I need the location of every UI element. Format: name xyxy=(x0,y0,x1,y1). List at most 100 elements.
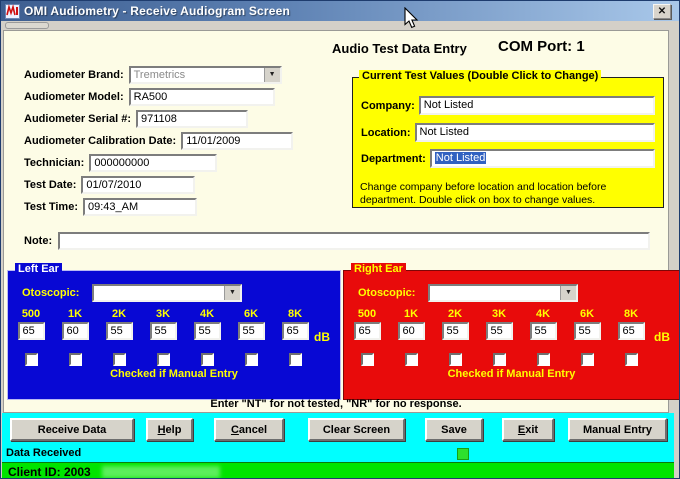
client-id-statusbar: Client ID: 2003 xyxy=(2,462,674,479)
right-otoscopic-select[interactable]: ▼ xyxy=(428,284,578,302)
right-col-500: 500 xyxy=(352,308,382,366)
brand-value: Tremetrics xyxy=(131,68,264,82)
chevron-down-icon[interactable]: ▼ xyxy=(264,68,280,82)
toolbar-grip xyxy=(5,22,49,29)
serial-input[interactable] xyxy=(136,110,248,128)
nt-nr-instruction: Enter "NT" for not tested, "NR" for no r… xyxy=(4,398,668,410)
receive-data-button[interactable]: Receive Data xyxy=(10,418,134,441)
frequency-label: 1K xyxy=(68,308,82,322)
company-value-box[interactable]: Not Listed xyxy=(419,96,655,115)
left-otoscopic-select[interactable]: ▼ xyxy=(92,284,242,302)
help-button[interactable]: Help xyxy=(146,418,193,441)
calibration-label: Audiometer Calibration Date: xyxy=(24,135,176,147)
clear-screen-button[interactable]: Clear Screen xyxy=(308,418,405,441)
left-manual-checkbox-3k[interactable] xyxy=(157,353,170,366)
frequency-label: 6K xyxy=(244,308,258,322)
left-db-input-8k[interactable] xyxy=(282,322,309,340)
right-manual-entry-label: Checked if Manual Entry xyxy=(344,368,679,380)
location-row: Location: Not Listed xyxy=(361,122,655,143)
right-col-1k: 1K xyxy=(396,308,426,366)
frequency-label: 500 xyxy=(358,308,376,322)
department-selected-text: Not Listed xyxy=(435,152,487,164)
brand-label: Audiometer Brand: xyxy=(24,69,124,81)
left-manual-checkbox-4k[interactable] xyxy=(201,353,214,366)
frequency-label: 6K xyxy=(580,308,594,322)
right-otoscopic-value xyxy=(430,286,560,300)
page-title: Audio Test Data Entry xyxy=(332,41,467,56)
left-col-6k: 6K xyxy=(236,308,266,366)
company-row: Company: Not Listed xyxy=(361,95,655,116)
form-row-brand: Audiometer Brand: Tremetrics ▼ xyxy=(24,65,282,84)
right-manual-checkbox-8k[interactable] xyxy=(625,353,638,366)
department-value-box[interactable]: Not Listed xyxy=(430,149,655,168)
save-button[interactable]: Save xyxy=(425,418,483,441)
frequency-label: 1K xyxy=(404,308,418,322)
left-manual-entry-label: Checked if Manual Entry xyxy=(8,368,340,380)
right-db-input-500[interactable] xyxy=(354,322,381,340)
left-manual-checkbox-8k[interactable] xyxy=(289,353,302,366)
note-label: Note: xyxy=(24,235,52,247)
note-input[interactable] xyxy=(58,232,650,250)
title-bar: OMI Audiometry - Receive Audiogram Scree… xyxy=(1,1,680,21)
left-col-500: 500 xyxy=(16,308,46,366)
technician-label: Technician: xyxy=(24,157,84,169)
right-db-input-3k[interactable] xyxy=(486,322,513,340)
calibration-input[interactable] xyxy=(181,132,293,150)
right-db-input-6k[interactable] xyxy=(574,322,601,340)
technician-input[interactable] xyxy=(89,154,217,172)
right-manual-checkbox-1k[interactable] xyxy=(405,353,418,366)
left-db-input-3k[interactable] xyxy=(150,322,177,340)
toolbar-strip xyxy=(2,21,680,30)
redacted-client-name xyxy=(102,466,220,478)
left-col-1k: 1K xyxy=(60,308,90,366)
right-db-label: dB xyxy=(654,330,670,344)
left-manual-checkbox-6k[interactable] xyxy=(245,353,258,366)
app-window: OMI Audiometry - Receive Audiogram Scree… xyxy=(0,0,680,479)
left-ear-title: Left Ear xyxy=(15,263,62,275)
test-date-label: Test Date: xyxy=(24,179,76,191)
test-time-input[interactable] xyxy=(83,198,197,216)
right-manual-checkbox-6k[interactable] xyxy=(581,353,594,366)
right-manual-checkbox-4k[interactable] xyxy=(537,353,550,366)
current-test-values-title: Current Test Values (Double Click to Cha… xyxy=(359,70,601,82)
left-ear-columns: 500 1K 2K 3K xyxy=(14,308,334,398)
location-label: Location: xyxy=(361,127,411,139)
company-label: Company: xyxy=(361,100,415,112)
frequency-label: 2K xyxy=(448,308,462,322)
right-manual-checkbox-3k[interactable] xyxy=(493,353,506,366)
right-db-input-1k[interactable] xyxy=(398,322,425,340)
left-manual-checkbox-2k[interactable] xyxy=(113,353,126,366)
left-manual-checkbox-1k[interactable] xyxy=(69,353,82,366)
close-icon[interactable]: ✕ xyxy=(653,4,671,19)
location-value-box[interactable]: Not Listed xyxy=(415,123,656,142)
form-row-technician: Technician: xyxy=(24,153,217,172)
left-db-input-500[interactable] xyxy=(18,322,45,340)
exit-button[interactable]: Exit xyxy=(502,418,554,441)
right-db-input-8k[interactable] xyxy=(618,322,645,340)
right-db-input-2k[interactable] xyxy=(442,322,469,340)
left-manual-checkbox-500[interactable] xyxy=(25,353,38,366)
frequency-label: 8K xyxy=(624,308,638,322)
frequency-label: 3K xyxy=(156,308,170,322)
left-otoscopic-value xyxy=(94,286,224,300)
right-db-input-4k[interactable] xyxy=(530,322,557,340)
test-date-input[interactable] xyxy=(81,176,195,194)
form-row-serial: Audiometer Serial #: xyxy=(24,109,248,128)
chevron-down-icon[interactable]: ▼ xyxy=(224,286,240,300)
right-manual-checkbox-2k[interactable] xyxy=(449,353,462,366)
left-db-input-4k[interactable] xyxy=(194,322,221,340)
right-col-8k: 8K xyxy=(616,308,646,366)
current-test-values-group: Current Test Values (Double Click to Cha… xyxy=(352,77,664,208)
right-col-3k: 3K xyxy=(484,308,514,366)
left-db-input-1k[interactable] xyxy=(62,322,89,340)
manual-entry-button[interactable]: Manual Entry xyxy=(568,418,667,441)
left-db-input-6k[interactable] xyxy=(238,322,265,340)
brand-select[interactable]: Tremetrics ▼ xyxy=(129,66,282,84)
chevron-down-icon[interactable]: ▼ xyxy=(560,286,576,300)
right-col-6k: 6K xyxy=(572,308,602,366)
model-input[interactable] xyxy=(129,88,275,106)
left-db-input-2k[interactable] xyxy=(106,322,133,340)
right-manual-checkbox-500[interactable] xyxy=(361,353,374,366)
app-icon xyxy=(5,4,20,19)
cancel-button[interactable]: Cancel xyxy=(214,418,284,441)
